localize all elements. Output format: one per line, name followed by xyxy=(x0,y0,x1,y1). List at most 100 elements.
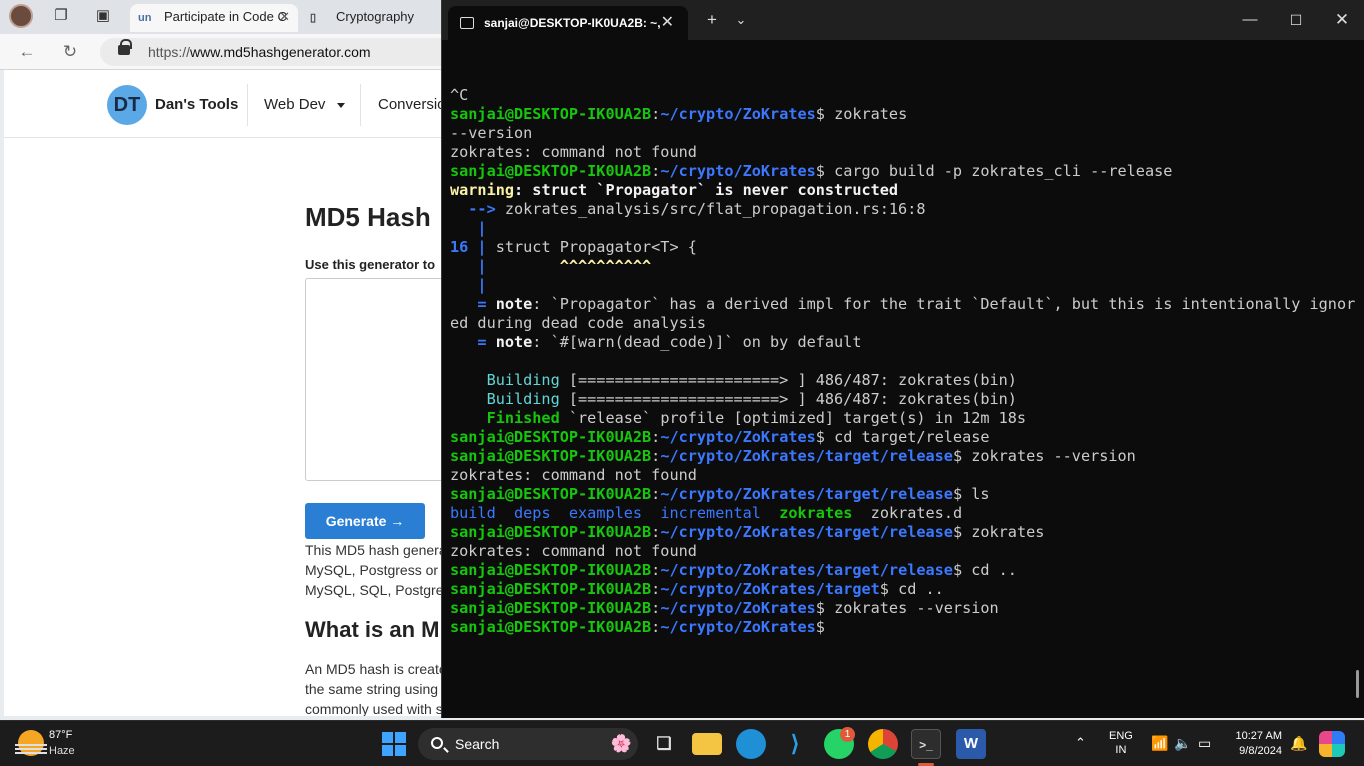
terminal-text: : struct `Propagator` is never construct… xyxy=(514,181,899,199)
edge-browser-icon[interactable] xyxy=(736,729,766,759)
terminal-text: note xyxy=(495,295,533,313)
input-textarea[interactable] xyxy=(305,278,444,481)
language-indicator[interactable]: ENG IN xyxy=(1109,729,1133,757)
site-name[interactable]: Dan's Tools xyxy=(155,96,238,113)
minimize-icon[interactable]: — xyxy=(1240,10,1260,30)
terminal-text: ~/crypto/ZoKrates xyxy=(660,428,816,446)
taskbar-search[interactable]: Search 🌸 xyxy=(418,728,638,760)
clock-date: 9/8/2024 xyxy=(1239,745,1282,757)
terminal-text: : `Propagator` has a derived impl for th… xyxy=(532,295,1356,313)
terminal-line: warning: struct `Propagator` is never co… xyxy=(450,181,1355,200)
terminal-text: : xyxy=(651,162,661,180)
chevron-down-icon[interactable]: ⌄ xyxy=(731,10,751,30)
workspaces-icon[interactable]: ❐ xyxy=(52,7,70,25)
terminal-text: sanjai@DESKTOP-IK0UA2B xyxy=(450,162,652,180)
word-icon[interactable]: W xyxy=(956,729,986,759)
terminal-text: ~/crypto/ZoKrates xyxy=(660,105,816,123)
wifi-icon[interactable]: 📶 xyxy=(1151,735,1168,752)
notification-bell-icon[interactable]: 🔔 xyxy=(1290,735,1307,752)
new-tab-icon[interactable]: + xyxy=(702,10,722,30)
close-window-icon[interactable]: ✕ xyxy=(1332,10,1352,30)
terminal-text: : xyxy=(651,105,661,123)
refresh-icon[interactable]: ↻ xyxy=(60,42,80,62)
language-region: IN xyxy=(1115,744,1127,756)
terminal-text: ~/crypto/ZoKrates xyxy=(660,599,816,617)
terminal-line: sanjai@DESKTOP-IK0UA2B:~/crypto/ZoKrates… xyxy=(450,523,1355,542)
terminal-line: sanjai@DESKTOP-IK0UA2B:~/crypto/ZoKrates… xyxy=(450,599,1355,618)
terminal-text: zokrates_analysis/src/flat_propagation.r… xyxy=(504,200,926,218)
terminal-text: Building xyxy=(450,371,560,389)
generator-instructions: Use this generator to xyxy=(305,257,436,272)
terminal-text: warning xyxy=(450,181,515,199)
terminal-text: : xyxy=(651,618,661,636)
file-explorer-icon[interactable] xyxy=(692,733,722,755)
nav-web-dev-label: Web Dev xyxy=(264,96,326,113)
site-logo[interactable]: DT xyxy=(107,85,147,125)
terminal-text: : xyxy=(651,447,661,465)
volume-icon[interactable]: 🔈 xyxy=(1174,735,1191,752)
terminal-text: | xyxy=(450,257,487,275)
task-view-icon[interactable]: ❏ xyxy=(649,729,679,759)
page-icon: ▯ xyxy=(310,12,317,24)
nav-conversion[interactable]: Conversio xyxy=(378,96,444,113)
copilot-icon[interactable] xyxy=(1319,731,1345,757)
terminal-line: --> zokrates_analysis/src/flat_propagati… xyxy=(450,200,1355,219)
terminal-text: --> xyxy=(450,200,505,218)
terminal-text: incremental xyxy=(660,504,761,522)
vertical-tabs-icon[interactable]: ▣ xyxy=(94,7,112,25)
vscode-icon[interactable]: ⟩ xyxy=(780,729,810,759)
terminal-tab[interactable]: sanjai@DESKTOP-IK0UA2B: ~, ✕ xyxy=(448,6,688,40)
browser-tab-participate[interactable]: un Participate in Code C ✕ xyxy=(130,4,298,32)
clock-time: 10:27 AM xyxy=(1235,730,1282,742)
terminal-text: sanjai@DESKTOP-IK0UA2B xyxy=(450,580,652,598)
explanation-line: An MD5 hash is create xyxy=(305,661,444,677)
terminal-text: : xyxy=(651,428,661,446)
site-navbar: DT Dan's Tools Web Dev Conversio xyxy=(4,70,444,138)
terminal-text: sanjai@DESKTOP-IK0UA2B xyxy=(450,561,652,579)
terminal-text: zokrates xyxy=(779,504,853,522)
terminal-text: struct Propagator<T> { xyxy=(486,238,697,256)
chevron-up-icon[interactable]: ⌃ xyxy=(1075,735,1086,751)
terminal-line: | xyxy=(450,276,1355,295)
nav-web-dev[interactable]: Web Dev xyxy=(264,96,346,113)
terminal-text: note xyxy=(495,333,533,351)
back-icon[interactable]: ← xyxy=(17,42,37,62)
terminal-text: ~/crypto/ZoKrates xyxy=(660,618,816,636)
terminal-text: [======================> ] 486/487: zokr… xyxy=(559,390,1017,408)
terminal-line: sanjai@DESKTOP-IK0UA2B:~/crypto/ZoKrates… xyxy=(450,485,1355,504)
terminal-text: examples xyxy=(568,504,643,522)
system-clock[interactable]: 10:27 AM 9/8/2024 xyxy=(1226,729,1282,759)
maximize-icon[interactable]: ☐ xyxy=(1286,10,1306,30)
chevron-down-icon xyxy=(337,102,346,108)
terminal-scrollbar[interactable] xyxy=(1356,670,1359,698)
description-line: MySQL, Postgress or xyxy=(305,562,439,578)
terminal-output[interactable]: ^C sanjai@DESKTOP-IK0UA2B:~/crypto/ZoKrat… xyxy=(450,86,1355,637)
close-tab-icon[interactable]: ✕ xyxy=(279,4,290,30)
start-windows-icon[interactable] xyxy=(382,732,406,756)
profile-avatar[interactable] xyxy=(9,4,33,28)
terminal-text: : xyxy=(651,580,661,598)
terminal-text: = xyxy=(450,333,496,351)
weather-temperature[interactable]: 87°F xyxy=(49,729,72,741)
terminal-window: sanjai@DESKTOP-IK0UA2B: ~, ✕ + ⌄ — ☐ ✕ ^… xyxy=(441,0,1364,718)
terminal-text: = xyxy=(450,295,496,313)
terminal-text: : `#[warn(dead_code)]` on by default xyxy=(532,333,862,351)
battery-icon[interactable]: ▭ xyxy=(1198,735,1211,752)
chrome-icon[interactable] xyxy=(868,729,898,759)
terminal-text: ~/crypto/ZoKrates/target/release xyxy=(660,447,953,465)
terminal-text: $ cd .. xyxy=(879,580,944,598)
close-tab-icon[interactable]: ✕ xyxy=(661,6,674,40)
weather-condition[interactable]: Haze xyxy=(49,745,75,757)
terminal-app-icon[interactable]: >_ xyxy=(911,729,941,759)
terminal-line: Building [======================> ] 486/… xyxy=(450,390,1355,409)
search-highlight-icon: 🌸 xyxy=(610,734,632,753)
generate-button[interactable]: Generate → xyxy=(305,503,425,539)
terminal-text: Building xyxy=(450,390,560,408)
browser-tab-cryptography[interactable]: ▯ Cryptography xyxy=(306,4,436,32)
terminal-line: sanjai@DESKTOP-IK0UA2B:~/crypto/ZoKrates… xyxy=(450,561,1355,580)
weather-haze-icon[interactable] xyxy=(15,730,47,756)
terminal-line: | ^^^^^^^^^^ xyxy=(450,257,1355,276)
lock-icon xyxy=(118,39,132,55)
